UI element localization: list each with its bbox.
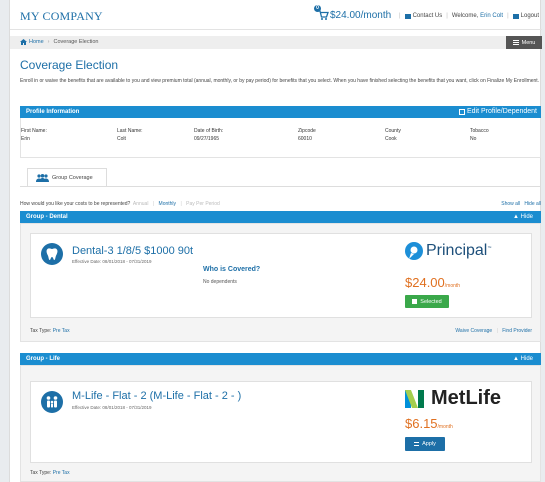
carrier-logo-principal: Principal ™ xyxy=(405,242,491,260)
apply-label: Apply xyxy=(422,441,436,447)
plan-price: $6.15/month xyxy=(405,416,453,431)
plan-card: M-Life - Flat - 2 (M-Life - Flat - 2 - )… xyxy=(30,381,532,463)
tab-label: Group Coverage xyxy=(52,175,93,181)
menu-label: Menu xyxy=(521,39,536,46)
cart-total: $24.00/month xyxy=(330,9,392,21)
group-life-body: M-Life - Flat - 2 (M-Life - Flat - 2 - )… xyxy=(20,365,541,482)
carrier-name: Principal xyxy=(426,242,488,259)
show-all-link[interactable]: Show all xyxy=(501,201,520,207)
home-icon xyxy=(20,39,27,45)
tooth-icon xyxy=(41,243,63,265)
tax-type: Tax Type: Pre Tax xyxy=(30,328,70,334)
edit-icon xyxy=(458,108,465,115)
cart-icon: 0 xyxy=(314,5,329,21)
cart-summary[interactable]: 0 $24.00/month xyxy=(314,5,392,21)
breadcrumb-bar: Home › Coverage Election Menu xyxy=(10,36,542,49)
group-hide-toggle[interactable]: ▲ Hide xyxy=(513,214,533,220)
menu-button[interactable]: Menu xyxy=(506,36,542,49)
edit-profile-label: Edit Profile/Dependent xyxy=(466,108,537,115)
carrier-name: MetLife xyxy=(431,387,501,409)
carrier-logo-metlife: MetLife xyxy=(405,387,501,410)
group-footer-links: Waive Coverage | Find Provider xyxy=(455,328,532,334)
top-header: MY COMPANY 0 $24.00/month | Contact Us |… xyxy=(10,0,542,30)
group-dental-header[interactable]: Group - Dental ▲ Hide xyxy=(20,211,541,223)
profile-title: Profile Information xyxy=(26,109,80,115)
plan-effective-date: Effective Date: 08/01/2018 - 07/31/2019 xyxy=(72,259,152,264)
apply-button[interactable]: Apply xyxy=(405,437,445,451)
profile-field-county: County Cook xyxy=(385,128,401,142)
principal-logo-icon xyxy=(405,242,423,260)
user-name-link[interactable]: Erin Colt xyxy=(480,13,503,19)
selected-button[interactable]: Selected xyxy=(405,295,449,308)
logout-link[interactable]: Logout xyxy=(521,13,539,19)
who-covered-value: No dependents xyxy=(203,279,237,285)
header-links: | Contact Us | Welcome, Erin Colt | Logo… xyxy=(399,13,539,19)
plan-name[interactable]: Dental-3 1/8/5 $1000 90t xyxy=(72,245,193,257)
plan-name[interactable]: M-Life - Flat - 2 (M-Life - Flat - 2 - ) xyxy=(72,390,241,402)
waive-coverage-link[interactable]: Waive Coverage xyxy=(455,328,492,334)
intro-text: Enroll in or waive the benefits that are… xyxy=(20,78,540,84)
profile-body: First Name: Erin Last Name: Colt Date of B… xyxy=(20,118,541,158)
cost-option-monthly[interactable]: Monthly xyxy=(159,201,177,207)
welcome-text: Welcome, xyxy=(451,13,479,19)
selected-label: Selected xyxy=(420,298,442,305)
page-title: Coverage Election xyxy=(20,58,119,72)
group-dental-body: Dental-3 1/8/5 $1000 90t Effective Date:… xyxy=(20,223,541,342)
breadcrumb-home[interactable]: Home xyxy=(29,39,44,45)
who-covered-label: Who is Covered? xyxy=(203,266,261,273)
profile-field-zipcode: Zipcode 60010 xyxy=(298,128,316,142)
cost-option-annual[interactable]: Annual xyxy=(133,201,149,207)
profile-header: Profile Information Edit Profile/Depende… xyxy=(20,106,541,118)
app-frame: MY COMPANY 0 $24.00/month | Contact Us |… xyxy=(9,0,542,482)
tab-group-coverage[interactable]: Group Coverage xyxy=(27,168,107,187)
tax-type-value[interactable]: Pre Tax xyxy=(53,470,70,476)
profile-field-last-name: Last Name: Colt xyxy=(117,128,143,142)
edit-profile-link[interactable]: Edit Profile/Dependent xyxy=(458,108,537,115)
list-icon xyxy=(414,442,420,446)
tax-type-value[interactable]: Pre Tax xyxy=(53,328,70,334)
hide-all-link[interactable]: Hide all xyxy=(524,201,541,207)
group-life-header[interactable]: Group - Life ▲ Hide xyxy=(20,353,541,365)
contact-link[interactable]: Contact Us xyxy=(413,13,443,19)
breadcrumb: Home › Coverage Election xyxy=(20,39,98,45)
profile-field-dob: Date of Birth: 09/27/1965 xyxy=(194,128,224,142)
company-logo[interactable]: MY COMPANY xyxy=(20,9,103,24)
profile-field-tobacco: Tobacco No xyxy=(470,128,489,142)
cost-question: How would you like your costs to be repr… xyxy=(20,201,131,207)
profile-field-first-name: First Name: Erin xyxy=(21,128,47,142)
group-title: Group - Dental xyxy=(26,214,68,220)
group-title: Group - Life xyxy=(26,356,60,362)
cart-count-badge: 0 xyxy=(314,5,321,12)
logout-icon xyxy=(512,13,519,19)
find-provider-link[interactable]: Find Provider xyxy=(502,328,532,334)
group-icon xyxy=(36,174,49,182)
cost-view-row: How would you like your costs to be repr… xyxy=(20,201,541,207)
breadcrumb-current: Coverage Election xyxy=(53,39,99,45)
show-hide-all: Show all Hide all xyxy=(501,201,541,207)
mail-icon xyxy=(404,13,411,19)
tax-type: Tax Type: Pre Tax xyxy=(30,470,70,476)
hamburger-icon xyxy=(512,40,519,45)
cost-option-pay-period[interactable]: Pay Per Period xyxy=(186,201,220,207)
plan-price: $24.00/month xyxy=(405,275,461,290)
metlife-logo-icon xyxy=(405,389,424,408)
tab-divider xyxy=(20,186,541,187)
plan-effective-date: Effective Date: 08/01/2018 - 07/31/2019 xyxy=(72,405,152,410)
plan-card: Dental-3 1/8/5 $1000 90t Effective Date:… xyxy=(30,233,532,318)
family-icon xyxy=(41,391,63,413)
checkbox-icon xyxy=(412,299,418,304)
group-hide-toggle[interactable]: ▲ Hide xyxy=(513,356,533,362)
